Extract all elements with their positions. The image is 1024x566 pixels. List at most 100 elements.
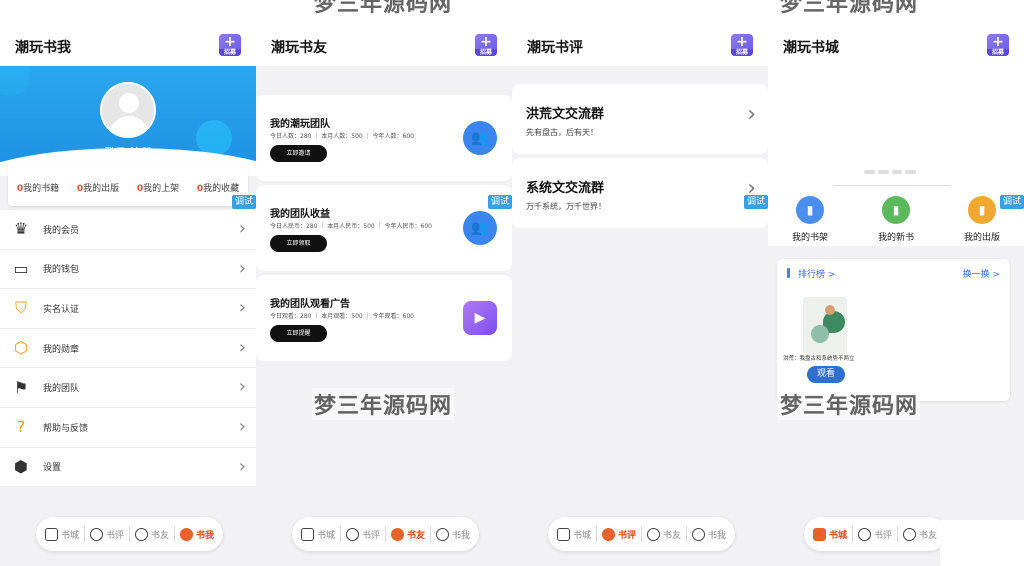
- group-desc: 先有盘古，后有天！: [526, 128, 598, 137]
- tab-bar: 书城 书评 书友 书我: [292, 517, 480, 551]
- tab-me[interactable]: 书我: [687, 526, 731, 542]
- tab-mall[interactable]: 书城: [296, 526, 342, 542]
- menu-item-help[interactable]: ? 帮助与反馈 ›: [0, 408, 256, 448]
- carousel-indicator: [864, 170, 916, 175]
- recruit-icon[interactable]: + 招募: [475, 34, 497, 56]
- stat-published[interactable]: 0我的出版: [77, 181, 119, 194]
- stat-books[interactable]: 0我的书籍: [17, 181, 59, 194]
- bell-icon: [391, 527, 405, 541]
- bookshelf-icon: ▮: [796, 196, 824, 224]
- recruit-badge: 招募: [219, 49, 241, 56]
- stat-listed[interactable]: 0我的上架: [137, 181, 179, 194]
- quick-new-book[interactable]: ▮ 我的新书: [866, 196, 926, 243]
- book-icon: [557, 527, 570, 541]
- recruit-icon[interactable]: + 招募: [731, 34, 753, 56]
- bell-icon: [135, 527, 149, 541]
- refresh-link[interactable]: 换一换 >: [963, 267, 1000, 280]
- menu-item-wallet[interactable]: ▭ 我的钱包 ›: [0, 250, 256, 290]
- decor-bubble: [0, 66, 30, 96]
- settings-icon: ⬢: [14, 456, 28, 476]
- stats-card: 0我的书籍 0我的出版 0我的上架 0我的收藏: [8, 168, 248, 206]
- tab-review[interactable]: 书评: [341, 526, 387, 542]
- menu-item-team[interactable]: ⚑ 我的团队 ›: [0, 368, 256, 408]
- menu-list: ♛ 我的会员 › ▭ 我的钱包 › ⛉ 实名认证 › ⬡ 我的勋章 › ⚑ 我的团队 › ? 帮助与反…: [0, 210, 256, 488]
- quick-bookshelf[interactable]: ▮ 我的书架: [780, 196, 840, 243]
- menu-item-settings[interactable]: ⬢ 设置 ›: [0, 448, 256, 488]
- recruit-icon[interactable]: + 招募: [987, 34, 1009, 56]
- page-title: 潮玩书友: [271, 40, 327, 56]
- section-marker: [787, 268, 790, 278]
- book-title: 洪荒：我盘古和系统势不两立: [783, 356, 855, 362]
- user-icon: [180, 527, 194, 541]
- group-item[interactable]: 洪荒文交流群 先有盘古，后有天！ ›: [512, 84, 768, 154]
- header: 潮玩书评 + 招募: [512, 0, 768, 66]
- tab-review[interactable]: 书评: [85, 526, 131, 542]
- debug-tag[interactable]: 调试: [232, 195, 256, 209]
- recruit-icon[interactable]: + 招募: [219, 34, 241, 56]
- menu-item-medals[interactable]: ⬡ 我的勋章 ›: [0, 329, 256, 369]
- video-icon: ▶: [463, 301, 497, 335]
- ranking-link[interactable]: 排行榜 >: [798, 267, 835, 280]
- tab-bar: 书城 书评 书友: [804, 517, 947, 551]
- tab-review[interactable]: 书评: [853, 526, 899, 542]
- debug-tag[interactable]: 调试: [744, 195, 768, 209]
- screen-me: 潮玩书我 + 招募 登录/注册 0我的书籍 0我的出版 0我的上架 0我的收藏 调…: [0, 0, 256, 566]
- watermark: 梦三年源码网: [312, 388, 455, 420]
- question-icon: ?: [16, 417, 26, 437]
- debug-tag[interactable]: 调试: [1000, 195, 1024, 209]
- shield-check-icon: ⛉: [14, 298, 27, 318]
- screen-review: 潮玩书评 + 招募 洪荒文交流群 先有盘古，后有天！ › 系统文交流群 万千系统，…: [512, 0, 768, 566]
- team-users-icon: 👥: [463, 211, 497, 245]
- tab-mall[interactable]: 书城: [808, 526, 854, 542]
- stat-favorites[interactable]: 0我的收藏: [197, 181, 239, 194]
- avatar[interactable]: [100, 82, 156, 138]
- chevron-right-icon: ›: [238, 297, 246, 319]
- compass-icon: [858, 527, 872, 541]
- chevron-right-icon: ›: [238, 376, 246, 398]
- card-stats: 今日人民币：280 ｜ 本月人民币：500 ｜ 今年人民币：600: [270, 223, 432, 230]
- compass-icon: [346, 527, 360, 541]
- watch-button[interactable]: 观看: [807, 366, 845, 383]
- remind-button[interactable]: 立即提醒: [270, 325, 327, 342]
- team-users-icon: 👥: [463, 121, 497, 155]
- tab-friends[interactable]: 书友: [642, 526, 688, 542]
- card-stats: 今日观看：280 ｜ 本月观看：500 ｜ 今年观看：600: [270, 313, 414, 320]
- tab-friends[interactable]: 书友: [898, 526, 942, 542]
- new-book-icon: ▮: [882, 196, 910, 224]
- tab-mall[interactable]: 书城: [552, 526, 598, 542]
- chevron-right-icon: ›: [238, 415, 246, 437]
- login-link[interactable]: 登录/注册: [0, 144, 256, 160]
- tab-mall[interactable]: 书城: [40, 526, 86, 542]
- wallet-icon: ▭: [13, 258, 29, 278]
- publish-icon: ▮: [968, 196, 996, 224]
- tab-me[interactable]: 书我: [175, 526, 219, 542]
- menu-item-membership[interactable]: ♛ 我的会员 ›: [0, 210, 256, 250]
- tab-friends[interactable]: 书友: [130, 526, 176, 542]
- screen-friends: 潮玩书友 + 招募 我的潮玩团队 今日人数：280 ｜ 本月人数：500 ｜ 今年…: [256, 0, 512, 566]
- screen-mall: 潮玩书城 + 招募 ▮ 我的书架 ▮ 我的新书 ▮ 我的出版 调试 排行榜 > 换…: [768, 0, 1024, 566]
- tab-me[interactable]: 书我: [431, 526, 475, 542]
- bell-icon: [903, 527, 917, 541]
- menu-item-verification[interactable]: ⛉ 实名认证 ›: [0, 289, 256, 329]
- user-icon: [692, 527, 706, 541]
- header: 潮玩书我 + 招募: [0, 0, 256, 66]
- card-stats: 今日人数：280 ｜ 本月人数：500 ｜ 今年人数：600: [270, 133, 414, 140]
- crown-icon: ♛: [13, 219, 29, 239]
- invite-button[interactable]: 立即邀请: [270, 145, 327, 162]
- user-icon: [436, 527, 450, 541]
- chevron-right-icon: ›: [238, 336, 246, 358]
- claim-button[interactable]: 立即领取: [270, 235, 327, 252]
- page-title: 潮玩书我: [15, 40, 71, 56]
- page-title: 潮玩书评: [527, 40, 583, 56]
- book-icon: [45, 527, 58, 541]
- group-item[interactable]: 系统文交流群 万千系统，万千世界！ ›: [512, 158, 768, 228]
- card-title: 我的团队收益: [270, 209, 330, 220]
- tab-friends[interactable]: 书友: [386, 526, 432, 542]
- tab-review[interactable]: 书评: [597, 526, 643, 542]
- book-cover[interactable]: [803, 297, 847, 355]
- watermark: 梦三年源码网: [778, 388, 921, 420]
- debug-tag[interactable]: 调试: [488, 195, 512, 209]
- chevron-right-icon: ›: [238, 455, 246, 477]
- group-name: 系统文交流群: [526, 181, 605, 196]
- income-card: 我的团队收益 今日人民币：280 ｜ 本月人民币：500 ｜ 今年人民币：600…: [256, 185, 512, 271]
